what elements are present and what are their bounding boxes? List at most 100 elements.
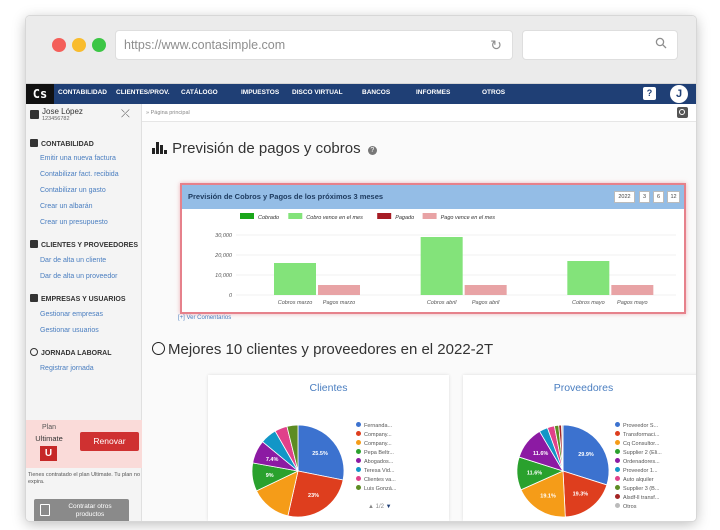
legend-item[interactable]: Supplier 3 (B... (615, 485, 662, 494)
range-button-6[interactable]: 6 (653, 191, 664, 203)
legend-item[interactable]: Cq Consultor... (615, 440, 662, 449)
pie-chart-icon (152, 342, 165, 355)
plan-label: Plan (41, 424, 56, 431)
legend-label: Cobrado (258, 215, 279, 221)
breadcrumb[interactable]: » Página principal (146, 110, 190, 116)
forecast-panel-title: Previsión de Cobros y Pagos de los próxi… (188, 192, 384, 201)
x-tick-label: Cobros abril (427, 300, 457, 306)
contacts-icon (30, 240, 38, 248)
legend-item[interactable]: Clientes va... (356, 476, 396, 485)
bar-cobros-abril[interactable] (420, 237, 463, 295)
nav-bancos[interactable]: BANCOS (362, 89, 390, 96)
nav-contabilidad[interactable]: CONTABILIDAD (58, 89, 107, 96)
legend-item[interactable]: Company... (356, 440, 396, 449)
legend-label: Ordenadores... (623, 459, 660, 465)
legend-label: Company... (364, 441, 392, 447)
legend-item[interactable]: Fernanda... (356, 422, 396, 431)
bar-cobros-mayo[interactable] (567, 261, 610, 295)
maximize-window-dot[interactable] (92, 38, 106, 52)
search-icon[interactable] (655, 37, 667, 49)
plan-name: Ultimate (35, 434, 63, 443)
legend-label: Abogados... (364, 459, 394, 465)
nav-clientes-prov[interactable]: CLIENTES/PROV. (116, 89, 170, 96)
link-gestionar-usuarios[interactable]: Gestionar usuarios (40, 327, 99, 334)
page-search-button[interactable] (677, 107, 688, 118)
slice-label: 25.5% (312, 451, 328, 457)
user-avatar[interactable]: J (670, 85, 688, 103)
range-button-2022[interactable]: 2022 (614, 191, 635, 203)
browser-search-input[interactable] (522, 30, 678, 60)
legend-item[interactable]: Luis Gonzá... (356, 485, 396, 494)
bar-pagos-abril[interactable] (464, 285, 507, 295)
address-bar[interactable]: https://www.contasimple.com ↻ (115, 30, 513, 60)
legend-label: Supplier 2 (Eli... (623, 450, 662, 456)
bar-pagos-marzo[interactable] (318, 285, 360, 295)
x-tick-label: Pagos marzo (323, 300, 355, 306)
section-clientes-proveedores: CLIENTES Y PROVEEDORES (30, 240, 138, 249)
legend-item[interactable]: Abogados... (356, 458, 396, 467)
link-emitir-factura[interactable]: Emitir una nueva factura (40, 155, 116, 162)
range-button-3[interactable]: 3 (639, 191, 650, 203)
legend-label: Pepa Beltr... (364, 450, 394, 456)
browser-window: https://www.contasimple.com ↻ Cs CONTABI… (26, 16, 696, 521)
close-window-dot[interactable] (52, 38, 66, 52)
legend-item[interactable]: Auto alquiler (615, 476, 662, 485)
top10-title: Mejores 10 clientes y proveedores en el … (152, 341, 493, 358)
link-alta-cliente[interactable]: Dar de alta un cliente (40, 257, 106, 264)
link-gestionar-empresas[interactable]: Gestionar empresas (40, 311, 103, 318)
nav-catalogo[interactable]: CATÁLOGO (181, 89, 218, 96)
nav-disco-virtual[interactable]: DISCO VIRTUAL (292, 89, 343, 96)
range-button-12[interactable]: 12 (667, 191, 680, 203)
link-registrar-jornada[interactable]: Registrar jornada (40, 365, 94, 372)
user-name[interactable]: Jose López (42, 107, 83, 116)
user-id: 123456782 (42, 116, 70, 122)
clock-icon (30, 348, 38, 356)
legend-item[interactable]: Proveedor S... (615, 422, 662, 431)
more-products-button[interactable]: Contratar otros productos (34, 499, 129, 521)
legend-item[interactable]: Otros (615, 503, 662, 512)
legend-item[interactable]: Company... (356, 431, 396, 440)
legend-dot (615, 458, 620, 463)
legend-item-0[interactable]: Cobrado (240, 213, 279, 221)
legend-item-1[interactable]: Cobro vence en el mes (288, 213, 363, 221)
legend-item[interactable]: Pepa Beltr... (356, 449, 396, 458)
contasimple-logo[interactable]: Cs (26, 84, 54, 104)
legend-label: Cobro vence en el mes (306, 215, 363, 221)
legend-item-3[interactable]: Pago vence en el mes (422, 213, 496, 221)
legend-item[interactable]: Proveedor 1... (615, 467, 662, 476)
link-crear-albaran[interactable]: Crear un albarán (40, 203, 93, 210)
link-contabilizar-factura[interactable]: Contabilizar fact. recibida (40, 171, 119, 178)
help-button[interactable]: ? (643, 87, 656, 100)
sidebar: Jose López 123456782 ⤫ CONTABILIDAD Emit… (26, 104, 142, 521)
legend-dot (615, 440, 620, 445)
link-contabilizar-gasto[interactable]: Contabilizar un gasto (40, 187, 106, 194)
legend-label: Transformaci... (623, 432, 660, 438)
bar-pagos-mayo[interactable] (611, 285, 654, 295)
reload-icon[interactable]: ↻ (490, 37, 502, 54)
legend-item[interactable]: Transformaci... (615, 431, 662, 440)
nav-otros[interactable]: OTROS (482, 89, 505, 96)
collapse-sidebar-icon[interactable]: ⤫ (121, 108, 130, 121)
legend-label: Clientes va... (364, 477, 396, 483)
comments-link[interactable]: [+] Ver Comentarios (178, 315, 231, 321)
legend-item[interactable]: Alsdf-ll transf... (615, 494, 662, 503)
nav-impuestos[interactable]: IMPUESTOS (241, 89, 279, 96)
renew-button[interactable]: Renovar (80, 432, 139, 451)
info-icon[interactable]: ? (367, 146, 377, 155)
clients-legend-pager[interactable]: ▲ 1/2 ▼ (368, 504, 392, 510)
browser-toolbar: https://www.contasimple.com ↻ (26, 16, 696, 84)
nav-informes[interactable]: INFORMES (416, 89, 450, 96)
slice-label: 9% (266, 473, 274, 479)
legend-dot (615, 485, 620, 490)
legend-item-2[interactable]: Pagado (377, 213, 414, 221)
link-alta-proveedor[interactable]: Dar de alta un proveedor (40, 273, 117, 280)
legend-item[interactable]: Supplier 2 (Eli... (615, 449, 662, 458)
legend-label: Luis Gonzá... (364, 486, 397, 492)
legend-item[interactable]: Teresa Vid... (356, 467, 396, 476)
legend-item[interactable]: Ordenadores... (615, 458, 662, 467)
bar-cobros-marzo[interactable] (274, 263, 316, 295)
minimize-window-dot[interactable] (72, 38, 86, 52)
forecast-title: Previsión de pagos y cobros ? (152, 140, 377, 158)
link-crear-presupuesto[interactable]: Crear un presupuesto (40, 219, 108, 226)
legend-dot (615, 449, 620, 454)
